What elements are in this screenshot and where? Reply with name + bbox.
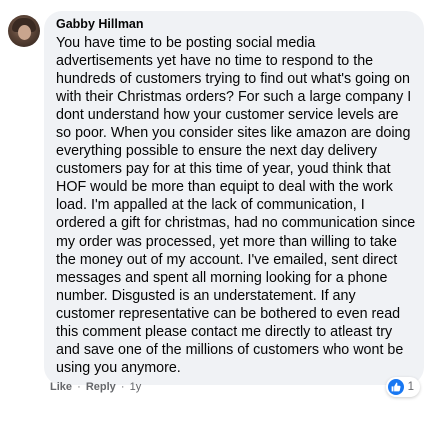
reaction-badge[interactable]: 1 [385,377,420,397]
avatar[interactable] [8,15,40,47]
timestamp[interactable]: 1y [130,381,142,393]
separator: · [77,381,81,393]
reply-action[interactable]: Reply [86,381,116,393]
comment-actions: Like · Reply · 1y [50,381,141,393]
comment-text: You have time to be posting social media… [56,35,416,376]
like-icon [387,379,404,395]
comment-author[interactable]: Gabby Hillman [56,17,144,31]
like-action[interactable]: Like [50,381,72,393]
comment: Gabby Hillman You have time to be postin… [6,11,426,415]
separator: · [120,381,125,393]
avatar-face [18,25,31,40]
comment-bubble: Gabby Hillman You have time to be postin… [44,11,424,385]
reaction-count: 1 [407,381,414,393]
